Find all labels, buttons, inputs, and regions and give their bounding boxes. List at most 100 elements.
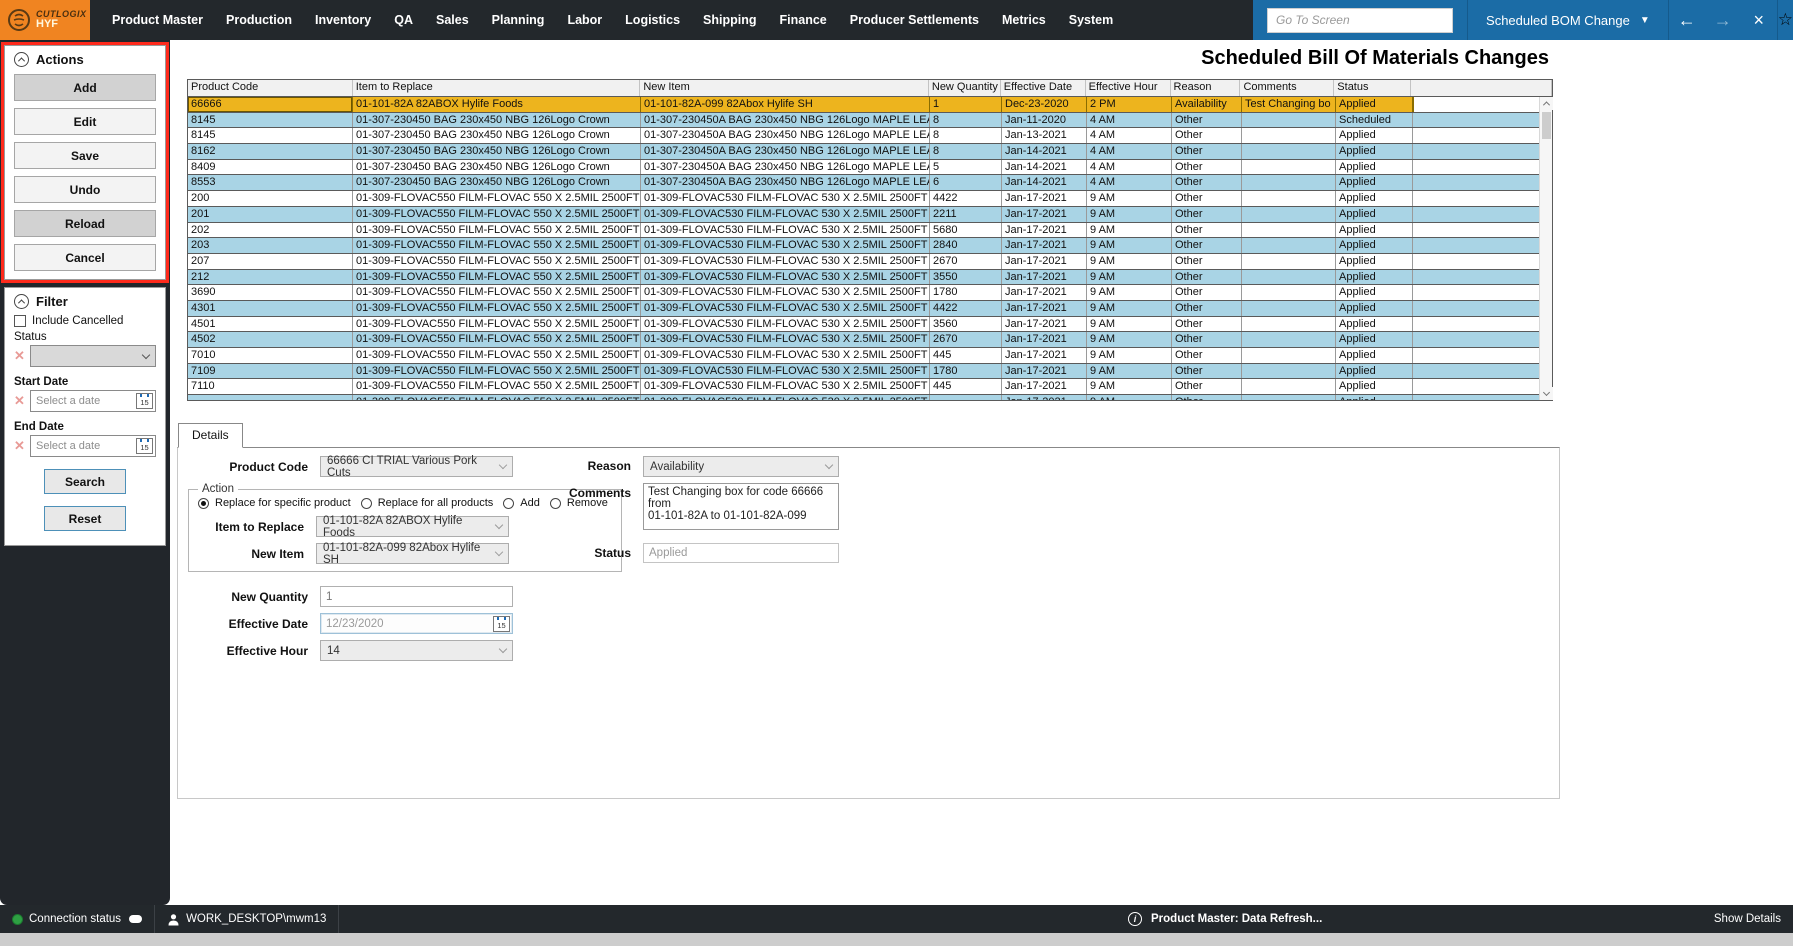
column-header[interactable]: Effective Hour xyxy=(1086,80,1171,96)
save-button[interactable]: Save xyxy=(14,142,156,169)
scrollbar-thumb[interactable] xyxy=(1542,112,1551,139)
item-to-replace-dropdown[interactable]: 01-101-82A 82ABOX Hylife Foods xyxy=(316,516,509,537)
menu-item-producer-settlements[interactable]: Producer Settlements xyxy=(850,13,979,27)
menu-item-logistics[interactable]: Logistics xyxy=(625,13,680,27)
calendar-icon[interactable]: 15 xyxy=(493,616,510,632)
table-row[interactable]: 01-309-FLOVAC550 FILM-FLOVAC 550 X 2.5MI… xyxy=(188,395,1541,400)
table-cell: Applied xyxy=(1336,317,1413,332)
add-button[interactable]: Add xyxy=(14,74,156,101)
table-scrollbar[interactable] xyxy=(1539,97,1552,400)
undo-button[interactable]: Undo xyxy=(14,176,156,203)
menu-item-metrics[interactable]: Metrics xyxy=(1002,13,1046,27)
clear-end-date-icon[interactable]: ✕ xyxy=(14,438,26,454)
scroll-up-icon[interactable] xyxy=(1540,97,1553,110)
menu-item-finance[interactable]: Finance xyxy=(780,13,827,27)
reload-button[interactable]: Reload xyxy=(14,210,156,237)
chevron-down-icon xyxy=(499,461,507,469)
table-cell: Jan-17-2021 xyxy=(1002,332,1087,347)
connection-green-dot-icon xyxy=(12,914,23,925)
table-row[interactable]: 450201-309-FLOVAC550 FILM-FLOVAC 550 X 2… xyxy=(188,332,1541,348)
table-row[interactable]: 710901-309-FLOVAC550 FILM-FLOVAC 550 X 2… xyxy=(188,364,1541,380)
collapse-actions-icon[interactable] xyxy=(14,52,29,67)
effective-date-input[interactable]: 12/23/2020 15 xyxy=(320,613,513,634)
column-header[interactable] xyxy=(1411,80,1552,96)
table-row[interactable]: 711001-309-FLOVAC550 FILM-FLOVAC 550 X 2… xyxy=(188,379,1541,395)
column-header[interactable]: Effective Date xyxy=(1001,80,1086,96)
effective-hour-dropdown[interactable]: 14 xyxy=(320,640,513,661)
table-row[interactable]: 814501-307-230450 BAG 230x450 NBG 126Log… xyxy=(188,113,1541,129)
menu-item-sales[interactable]: Sales xyxy=(436,13,469,27)
end-date-input[interactable]: Select a date 15 xyxy=(30,435,156,457)
table-row[interactable]: 20001-309-FLOVAC550 FILM-FLOVAC 550 X 2.… xyxy=(188,191,1541,207)
table-header: Product CodeItem to ReplaceNew ItemNew Q… xyxy=(188,80,1552,97)
menu-item-system[interactable]: System xyxy=(1069,13,1113,27)
cancel-button[interactable]: Cancel xyxy=(14,244,156,271)
product-code-dropdown[interactable]: 66666 CI TRIAL Various Pork Cuts xyxy=(320,456,513,477)
table-row[interactable]: 701001-309-FLOVAC550 FILM-FLOVAC 550 X 2… xyxy=(188,348,1541,364)
reset-button[interactable]: Reset xyxy=(44,506,126,531)
show-details-link[interactable]: Show Details xyxy=(1714,913,1793,925)
column-header[interactable]: Reason xyxy=(1171,80,1241,96)
menu-item-labor[interactable]: Labor xyxy=(567,13,602,27)
table-row[interactable]: 855301-307-230450 BAG 230x450 NBG 126Log… xyxy=(188,175,1541,191)
comments-textarea[interactable]: Test Changing box for code 66666 from 01… xyxy=(643,483,839,530)
table-row[interactable]: 20301-309-FLOVAC550 FILM-FLOVAC 550 X 2.… xyxy=(188,238,1541,254)
radio-add[interactable] xyxy=(503,498,514,509)
table-row[interactable]: 816201-307-230450 BAG 230x450 NBG 126Log… xyxy=(188,144,1541,160)
table-row[interactable]: 369001-309-FLOVAC550 FILM-FLOVAC 550 X 2… xyxy=(188,285,1541,301)
table-cell: 01-309-FLOVAC550 FILM-FLOVAC 550 X 2.5MI… xyxy=(353,238,641,253)
table-row[interactable]: 430101-309-FLOVAC550 FILM-FLOVAC 550 X 2… xyxy=(188,301,1541,317)
table-row[interactable]: 840901-307-230450 BAG 230x450 NBG 126Log… xyxy=(188,160,1541,176)
scroll-down-icon[interactable] xyxy=(1540,387,1553,400)
table-cell: Scheduled xyxy=(1336,113,1413,128)
new-quantity-input[interactable] xyxy=(320,586,513,607)
table-row[interactable]: 6666601-101-82A 82ABOX Hylife Foods01-10… xyxy=(188,97,1541,113)
menu-item-inventory[interactable]: Inventory xyxy=(315,13,371,27)
menu-item-product-master[interactable]: Product Master xyxy=(112,13,203,27)
start-date-input[interactable]: Select a date 15 xyxy=(30,390,156,412)
menu-item-production[interactable]: Production xyxy=(226,13,292,27)
tab-details[interactable]: Details xyxy=(178,423,243,448)
table-cell: Other xyxy=(1172,223,1242,238)
column-header[interactable]: New Quantity xyxy=(929,80,1001,96)
table-cell: 01-309-FLOVAC550 FILM-FLOVAC 550 X 2.5MI… xyxy=(353,223,641,238)
column-header[interactable]: Product Code xyxy=(188,80,353,96)
menu-item-shipping[interactable]: Shipping xyxy=(703,13,756,27)
effective-date-label: Effective Date xyxy=(188,617,308,631)
table-row[interactable]: 20101-309-FLOVAC550 FILM-FLOVAC 550 X 2.… xyxy=(188,207,1541,223)
new-item-dropdown[interactable]: 01-101-82A-099 82Abox Hylife SH xyxy=(316,543,509,564)
column-header[interactable]: New Item xyxy=(640,80,929,96)
table-row[interactable]: 814501-307-230450 BAG 230x450 NBG 126Log… xyxy=(188,128,1541,144)
table-cell: Availability xyxy=(1172,97,1242,112)
forward-arrow-icon[interactable]: → xyxy=(1705,10,1741,31)
column-header[interactable]: Item to Replace xyxy=(353,80,641,96)
table-row[interactable]: 450101-309-FLOVAC550 FILM-FLOVAC 550 X 2… xyxy=(188,317,1541,333)
clear-start-date-icon[interactable]: ✕ xyxy=(14,393,26,409)
screen-selector[interactable]: Scheduled BOM Change ▼ xyxy=(1467,0,1668,40)
collapse-filter-icon[interactable] xyxy=(14,294,29,309)
table-row[interactable]: 21201-309-FLOVAC550 FILM-FLOVAC 550 X 2.… xyxy=(188,270,1541,286)
menu-item-planning[interactable]: Planning xyxy=(492,13,545,27)
clear-status-icon[interactable]: ✕ xyxy=(14,348,26,364)
column-header[interactable]: Status xyxy=(1334,80,1411,96)
table-cell xyxy=(1242,207,1336,222)
calendar-icon[interactable]: 15 xyxy=(136,393,153,409)
reason-dropdown[interactable]: Availability xyxy=(643,456,839,477)
include-cancelled-checkbox[interactable] xyxy=(14,315,26,327)
go-to-screen-input[interactable] xyxy=(1267,8,1453,33)
search-button[interactable]: Search xyxy=(44,469,126,494)
radio-replace-for-specific-product[interactable] xyxy=(198,498,209,509)
close-icon[interactable]: × xyxy=(1741,10,1777,31)
table-row[interactable]: 20201-309-FLOVAC550 FILM-FLOVAC 550 X 2.… xyxy=(188,223,1541,239)
back-arrow-icon[interactable]: ← xyxy=(1669,10,1705,31)
menu-item-qa[interactable]: QA xyxy=(394,13,413,27)
edit-button[interactable]: Edit xyxy=(14,108,156,135)
status-filter-dropdown[interactable] xyxy=(30,345,156,367)
radio-replace-for-all-products[interactable] xyxy=(361,498,372,509)
column-header[interactable]: Comments xyxy=(1240,80,1334,96)
favorite-star-icon[interactable]: ☆ xyxy=(1778,10,1793,30)
calendar-icon[interactable]: 15 xyxy=(136,438,153,454)
table-row[interactable]: 20701-309-FLOVAC550 FILM-FLOVAC 550 X 2.… xyxy=(188,254,1541,270)
status-input[interactable] xyxy=(643,543,839,563)
actions-panel: Actions AddEditSaveUndoReloadCancel xyxy=(4,45,166,280)
